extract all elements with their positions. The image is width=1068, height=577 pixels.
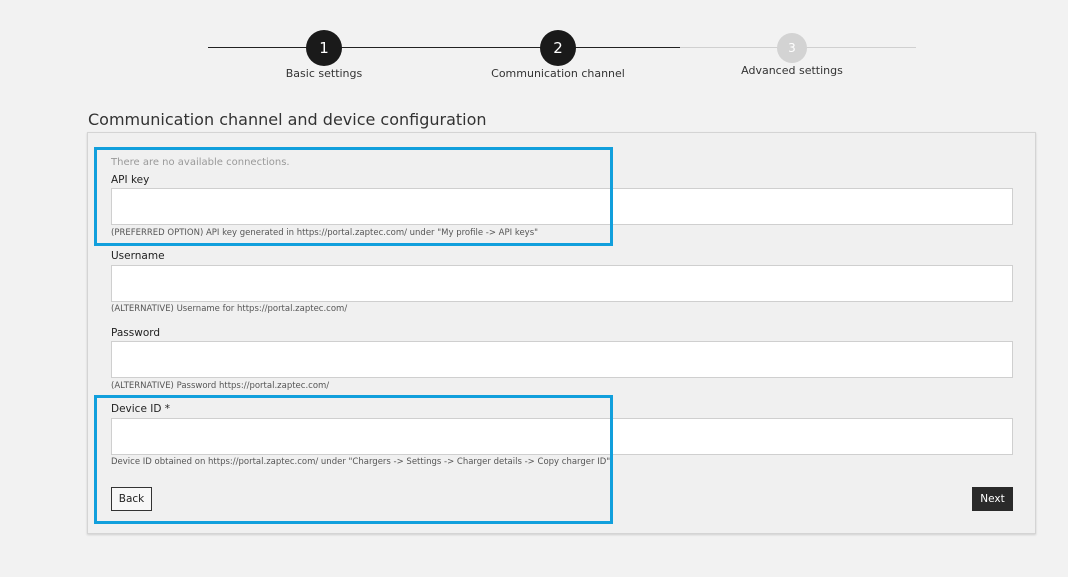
configuration-panel: There are no available connections. API … (87, 132, 1036, 534)
stepper-line-completed (208, 47, 680, 48)
api-key-input[interactable] (111, 188, 1013, 225)
step-1-circle: 1 (306, 30, 342, 66)
username-label: Username (111, 250, 165, 262)
device-id-hint: Device ID obtained on https://portal.zap… (111, 457, 611, 467)
password-hint: (ALTERNATIVE) Password https://portal.za… (111, 381, 330, 391)
api-key-label: API key (111, 174, 150, 186)
step-3-circle: 3 (777, 33, 807, 63)
step-1-number: 1 (319, 39, 329, 57)
no-connections-note: There are no available connections. (111, 157, 290, 168)
step-1-label: Basic settings (285, 67, 363, 80)
page-title: Communication channel and device configu… (88, 110, 487, 129)
step-2-label: Communication channel (491, 67, 625, 80)
username-input[interactable] (111, 265, 1013, 302)
step-3-label: Advanced settings (741, 64, 843, 77)
wizard-stepper: 1 Basic settings 2 Communication channel… (0, 0, 1068, 100)
step-2-number: 2 (553, 39, 563, 57)
password-input[interactable] (111, 341, 1013, 378)
password-label: Password (111, 327, 161, 339)
back-button[interactable]: Back (111, 487, 152, 511)
username-hint: (ALTERNATIVE) Username for https://porta… (111, 304, 348, 314)
device-id-label: Device ID * (111, 403, 171, 415)
step-3-number: 3 (788, 41, 796, 55)
step-2-circle: 2 (540, 30, 576, 66)
device-id-input[interactable] (111, 418, 1013, 455)
api-key-hint: (PREFERRED OPTION) API key generated in … (111, 228, 539, 238)
next-button[interactable]: Next (972, 487, 1013, 511)
